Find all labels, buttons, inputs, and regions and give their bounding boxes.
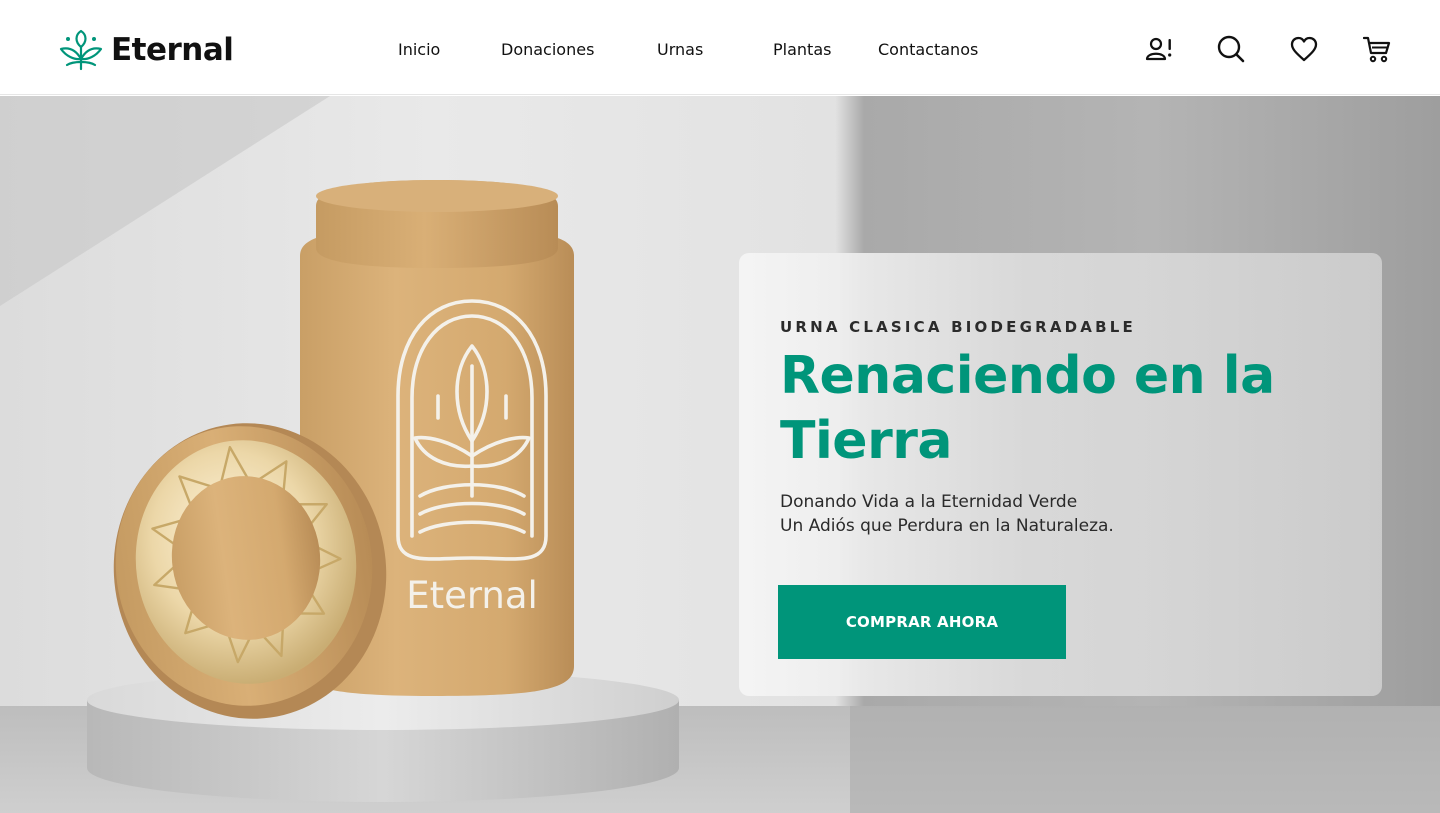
hero-eyebrow: URNA CLASICA BIODEGRADABLE	[780, 318, 1136, 336]
search-icon	[1217, 35, 1245, 63]
hero-subtitle-line-1: Donando Vida a la Eternidad Verde	[780, 492, 1078, 512]
hero-subtitle-line-2: Un Adiós que Perdura en la Naturaleza.	[780, 516, 1114, 536]
nav-item-contactanos[interactable]: Contactanos	[878, 39, 978, 61]
brand-name: Eternal	[111, 32, 234, 68]
hero-subtitle: Donando Vida a la Eternidad Verde Un Adi…	[780, 490, 1114, 538]
nav-item-donaciones[interactable]: Donaciones	[501, 39, 594, 61]
hero-title: Renaciendo en la Tierra	[780, 346, 1275, 471]
account-button[interactable]	[1144, 34, 1174, 64]
leaf-sprout-icon	[59, 29, 103, 71]
user-alert-icon	[1145, 37, 1172, 61]
site-header: Eternal Inicio Donaciones Urnas Plantas …	[0, 0, 1440, 95]
cart-button[interactable]	[1362, 34, 1392, 64]
nav-item-urnas[interactable]: Urnas	[657, 39, 703, 61]
search-button[interactable]	[1216, 34, 1246, 64]
cart-icon	[1363, 36, 1391, 63]
brand-logo[interactable]: Eternal	[57, 29, 234, 71]
hero-banner: Eternal URNA CLASICA BIODEGRADABLE Renac…	[0, 96, 1440, 813]
heart-icon	[1290, 36, 1318, 62]
urn-brand-label: Eternal	[406, 574, 538, 617]
nav-item-inicio[interactable]: Inicio	[398, 39, 440, 61]
buy-now-button[interactable]: COMPRAR AHORA	[778, 585, 1066, 659]
nav-item-plantas[interactable]: Plantas	[773, 39, 831, 61]
wishlist-button[interactable]	[1289, 34, 1319, 64]
